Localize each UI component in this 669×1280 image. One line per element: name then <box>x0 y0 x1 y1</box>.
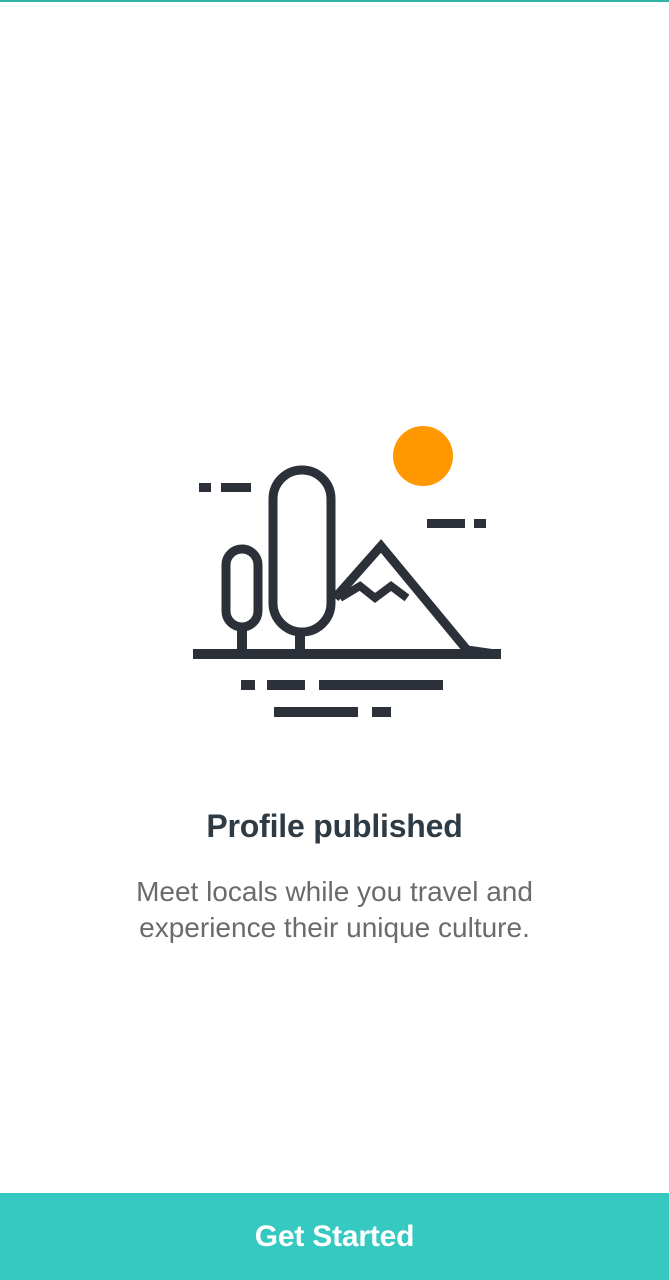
mountain-snowcap-icon <box>337 581 410 604</box>
get-started-button[interactable]: Get Started <box>0 1193 669 1280</box>
ground-line-icon <box>193 649 501 659</box>
ground-dash-icon <box>267 680 305 690</box>
cloud-dash-icon <box>474 519 486 528</box>
cloud-dash-icon <box>427 519 465 528</box>
page-description: Meet locals while you travel and experie… <box>136 876 533 943</box>
small-tree-icon <box>221 544 263 632</box>
sun-icon <box>393 426 453 486</box>
onboarding-screen: Profile published Meet locals while you … <box>0 0 669 1280</box>
cloud-dash-icon <box>199 483 211 492</box>
tall-tree-icon <box>268 465 336 637</box>
ground-dash-icon <box>274 707 358 717</box>
ground-dash-icon <box>241 680 255 690</box>
get-started-button-label: Get Started <box>254 1219 415 1253</box>
ground-dash-icon <box>372 707 391 717</box>
ground-dash-icon <box>319 680 443 690</box>
top-accent-line <box>0 0 669 2</box>
landscape-illustration-icon <box>185 418 510 728</box>
cloud-dash-icon <box>221 483 251 492</box>
page-title: Profile published <box>206 808 463 844</box>
